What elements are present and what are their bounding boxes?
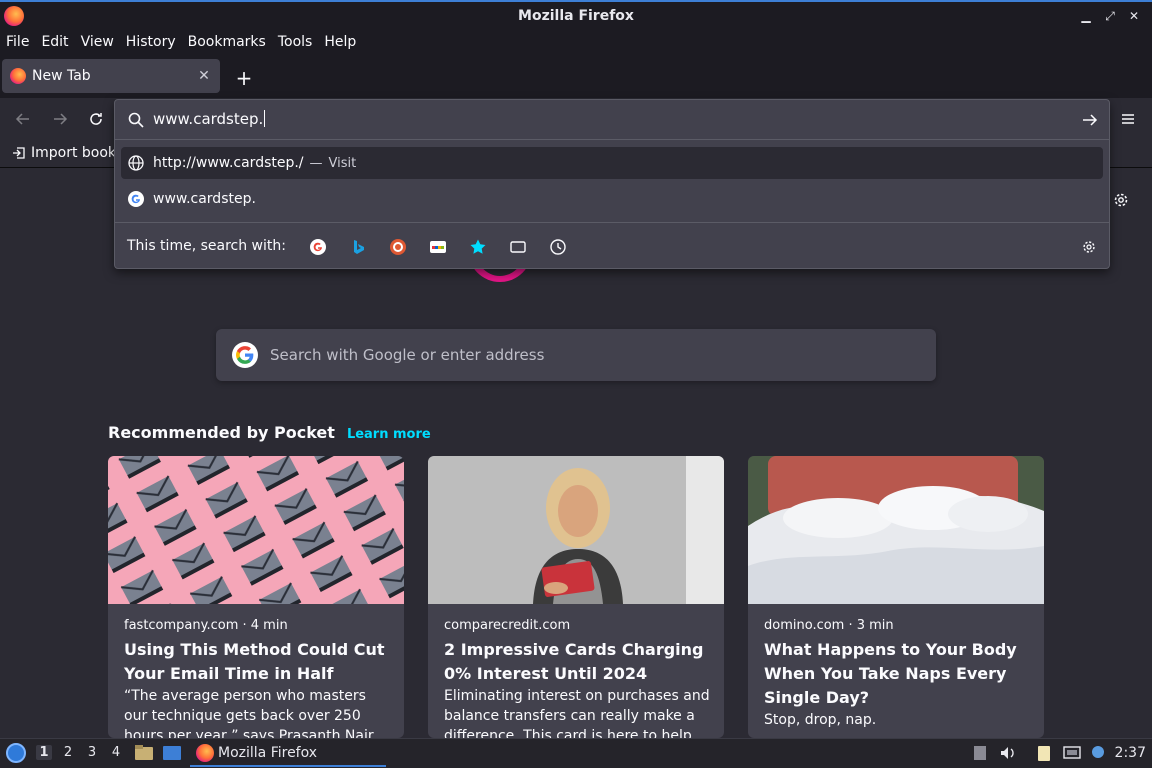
suggestion-google-search[interactable]: www.cardstep. <box>121 183 1103 215</box>
import-bookmarks-label: Import book <box>31 145 117 161</box>
card-source: domino.com · 3 min <box>764 618 894 633</box>
tabs-icon[interactable] <box>508 237 528 257</box>
suggestion-search-text: www.cardstep. <box>153 191 256 207</box>
search-engine-row: This time, search with: <box>115 222 1109 269</box>
tray-updates-icon[interactable] <box>970 744 990 762</box>
menu-view[interactable]: View <box>81 34 120 50</box>
maximize-icon[interactable]: ⤢ <box>1098 7 1122 25</box>
pocket-card[interactable]: domino.com · 3 min What Happens to Your … <box>748 456 1044 738</box>
tab-label: New Tab <box>32 68 91 84</box>
card-excerpt: “The average person who masters our tech… <box>124 688 379 738</box>
card-headline: 2 Impressive Cards Charging 0% Interest … <box>444 640 704 683</box>
window-titlebar: Mozilla Firefox ▁ ⤢ ✕ <box>0 0 1152 30</box>
file-manager-icon[interactable] <box>134 744 154 762</box>
taskbar-window-title: Mozilla Firefox <box>218 745 318 761</box>
card-headline: What Happens to Your Body When You Take … <box>764 640 1017 707</box>
taskbar-firefox-window[interactable]: Mozilla Firefox <box>190 741 386 767</box>
desktop-icon[interactable] <box>162 744 182 762</box>
workspace-3[interactable]: 3 <box>84 745 100 760</box>
hamburger-menu-icon[interactable] <box>1117 108 1139 130</box>
urlbar-value: www.cardstep. <box>153 110 264 128</box>
card-excerpt: Stop, drop, nap. <box>764 712 877 728</box>
menu-history[interactable]: History <box>126 34 182 50</box>
import-icon <box>13 147 25 159</box>
start-menu-icon[interactable] <box>6 743 26 763</box>
go-arrow-icon[interactable] <box>1081 111 1099 129</box>
card-thumbnail-bed <box>748 456 1044 604</box>
forward-arrow-icon[interactable] <box>49 108 71 130</box>
suggestion-visit-url[interactable]: http://www.cardstep./ — Visit <box>121 147 1103 179</box>
suggestion-url-text: http://www.cardstep./ <box>153 155 304 171</box>
newtab-search-box[interactable]: Search with Google or enter address <box>216 329 936 381</box>
search-placeholder: Search with Google or enter address <box>270 346 545 364</box>
menu-file[interactable]: File <box>6 34 35 50</box>
minimize-icon[interactable]: ▁ <box>1074 7 1098 25</box>
menu-bar: File Edit View History Bookmarks Tools H… <box>0 30 1152 54</box>
menu-edit[interactable]: Edit <box>41 34 74 50</box>
import-bookmarks-button[interactable]: Import book <box>12 145 116 161</box>
card-excerpt: Eliminating interest on purchases and ba… <box>444 688 710 738</box>
card-source: fastcompany.com · 4 min <box>124 618 288 633</box>
pocket-title: Recommended by Pocket <box>108 423 335 442</box>
card-source: comparecredit.com <box>444 618 571 633</box>
personalize-gear-icon[interactable] <box>1111 190 1131 210</box>
globe-icon <box>128 155 144 171</box>
urlbar-dropdown: www.cardstep. http://www.cardstep./ — Vi… <box>114 99 1110 269</box>
system-taskbar: 1 2 3 4 Mozilla Firefox 2:37 <box>0 738 1152 768</box>
window-title: Mozilla Firefox <box>518 8 634 24</box>
card-thumbnail-envelopes <box>108 456 404 604</box>
pocket-card[interactable]: comparecredit.com 2 Impressive Cards Cha… <box>428 456 724 738</box>
tab-strip: New Tab ✕ + <box>0 54 1152 98</box>
clipboard-icon[interactable] <box>1034 744 1054 762</box>
ebay-icon[interactable] <box>428 237 448 257</box>
bing-icon[interactable] <box>348 237 368 257</box>
notification-icon[interactable] <box>1088 744 1108 762</box>
firefox-taskbar-icon <box>196 744 214 762</box>
window-controls: ▁ ⤢ ✕ <box>1074 7 1146 25</box>
reload-icon[interactable] <box>85 108 107 130</box>
google-logo-icon <box>232 342 258 368</box>
search-with-label: This time, search with: <box>127 238 286 254</box>
urlbar-input[interactable]: www.cardstep. <box>115 100 1109 140</box>
search-settings-gear-icon[interactable] <box>1079 237 1099 257</box>
pocket-header: Recommended by Pocket Learn more <box>108 423 431 442</box>
google-icon[interactable] <box>308 237 328 257</box>
suggestion-dash: — <box>309 155 323 171</box>
menu-tools[interactable]: Tools <box>278 34 319 50</box>
new-tab-plus-icon[interactable]: + <box>232 66 256 90</box>
menu-help[interactable]: Help <box>324 34 362 50</box>
network-icon[interactable] <box>1062 744 1082 762</box>
back-arrow-icon[interactable] <box>12 108 34 130</box>
learn-more-link[interactable]: Learn more <box>347 427 431 442</box>
suggestion-action: Visit <box>328 155 357 171</box>
firefox-favicon-icon <box>10 68 26 84</box>
tab-close-icon[interactable]: ✕ <box>194 66 214 86</box>
menu-bookmarks[interactable]: Bookmarks <box>188 34 272 50</box>
text-caret <box>264 110 266 127</box>
workspace-4[interactable]: 4 <box>108 745 124 760</box>
bookmarks-star-icon[interactable] <box>468 237 488 257</box>
card-thumbnail-person-card <box>428 456 724 604</box>
clock: 2:37 <box>1114 745 1146 761</box>
close-window-icon[interactable]: ✕ <box>1122 7 1146 25</box>
pocket-card[interactable]: fastcompany.com · 4 min Using This Metho… <box>108 456 404 738</box>
google-icon <box>128 191 144 207</box>
workspace-1[interactable]: 1 <box>36 745 52 760</box>
tab-new-tab[interactable]: New Tab ✕ <box>2 59 220 93</box>
volume-icon[interactable] <box>998 744 1018 762</box>
firefox-logo-icon <box>4 6 24 26</box>
search-icon <box>128 112 144 128</box>
duckduckgo-icon[interactable] <box>388 237 408 257</box>
history-clock-icon[interactable] <box>548 237 568 257</box>
workspace-2[interactable]: 2 <box>60 745 76 760</box>
card-headline: Using This Method Could Cut Your Email T… <box>124 640 385 683</box>
